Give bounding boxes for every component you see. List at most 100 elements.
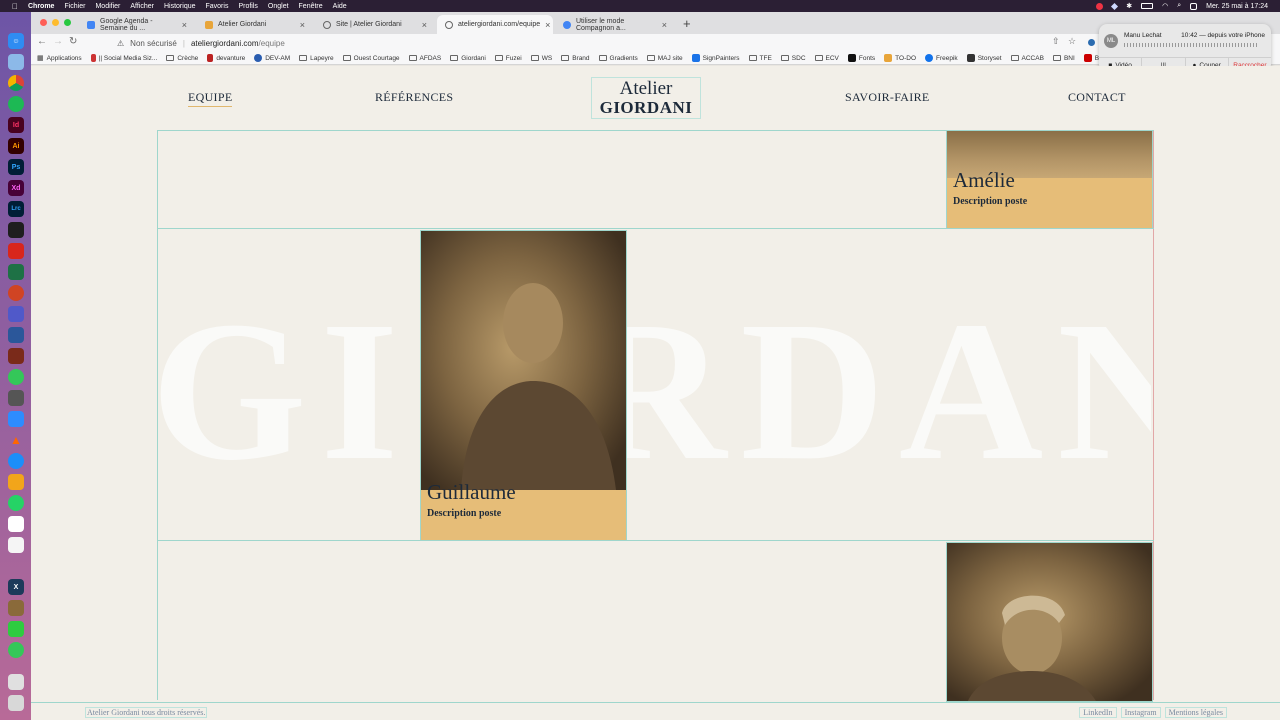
close-icon[interactable]: × (662, 20, 667, 30)
nav-contact[interactable]: CONTACT (1068, 90, 1126, 105)
menu-onglet[interactable]: Onglet (268, 3, 289, 10)
bookmark-tfe[interactable]: TFE (748, 55, 772, 62)
calculator-icon[interactable] (8, 390, 24, 406)
tab-mode-compagnon[interactable]: Utiliser le mode Compagnon a... × (555, 15, 675, 34)
reload-icon[interactable]: ↻ (69, 36, 77, 47)
minimize-window-button[interactable] (52, 19, 59, 26)
bookmark-maj-site[interactable]: MAJ site (646, 55, 683, 62)
bookmark-applications[interactable]: ▦ Applications (37, 54, 82, 63)
menu-favoris[interactable]: Favoris (206, 3, 229, 10)
site-logo[interactable]: Atelier GIORDANI (591, 77, 701, 119)
footer-link-linkedin[interactable]: LinkedIn (1079, 707, 1117, 718)
bookmark-creche[interactable]: Crèche (166, 55, 198, 62)
whatsapp-icon[interactable] (8, 495, 24, 511)
call-notification[interactable]: ML Manu Lechat 10:42 — depuis votre iPho… (1099, 24, 1271, 73)
new-tab-button[interactable]: + (683, 16, 691, 31)
bookmark-ecv[interactable]: ECV (814, 55, 839, 62)
teams-icon[interactable] (8, 306, 24, 322)
preview-icon[interactable] (8, 54, 24, 70)
facetime-icon[interactable] (8, 621, 24, 637)
wifi-icon[interactable]: ◠ (1162, 2, 1168, 10)
bookmark-ouest-courtage[interactable]: Ouest Courtage (342, 55, 400, 62)
bookmark-storyset[interactable]: Storyset (966, 54, 1002, 62)
bookmark-fonts[interactable]: Fonts (847, 54, 875, 62)
address-bar[interactable]: ⚠ Non sécurisé | ateliergiordani.com /eq… (117, 36, 1097, 50)
menu-app-name[interactable]: Chrome (28, 3, 54, 10)
bluetooth-icon[interactable]: ✱ (1126, 2, 1132, 10)
downloads-icon[interactable] (8, 674, 24, 690)
team-card-third[interactable] (946, 542, 1153, 702)
excel-icon[interactable] (8, 264, 24, 280)
bookmark-accab[interactable]: ACCAB (1010, 55, 1044, 62)
extension-icon[interactable] (1088, 39, 1095, 46)
photoshop-icon[interactable]: Ps (8, 159, 24, 175)
dropbox-icon[interactable] (1111, 2, 1119, 10)
bookmark-lapeyre[interactable]: Lapeyre (299, 55, 334, 62)
close-icon[interactable]: × (545, 20, 550, 30)
bookmark-sdc[interactable]: SDC (780, 55, 806, 62)
team-card-amelie[interactable]: Amélie Description poste (946, 130, 1153, 229)
bookmark-dev-am[interactable]: DEV-AM (254, 54, 290, 62)
menu-fenetre[interactable]: Fenêtre (299, 3, 323, 10)
chrome-icon[interactable] (8, 75, 24, 91)
footer-link-mentions[interactable]: Mentions légales (1164, 707, 1227, 718)
spotlight-icon[interactable]: ⌕ (1177, 2, 1181, 10)
creative-cloud-icon[interactable] (1096, 2, 1104, 10)
illustrator-icon[interactable]: Ai (8, 138, 24, 154)
team-card-guillaume[interactable]: Guillaume Description poste (420, 230, 627, 541)
powerpoint-icon[interactable] (8, 285, 24, 301)
archive-icon[interactable] (8, 600, 24, 616)
share-icon[interactable]: ⇧ (1052, 36, 1060, 47)
bookmark-brand[interactable]: Brand (561, 55, 590, 62)
maximize-window-button[interactable] (64, 19, 71, 26)
bookmark-to-do[interactable]: TO-DO (884, 54, 916, 62)
lightroom-icon[interactable]: Lrc (8, 201, 24, 217)
vlc-icon[interactable]: ▲ (8, 432, 24, 448)
apple-icon[interactable]:  (12, 2, 18, 11)
trash-icon[interactable] (8, 695, 24, 711)
bookmark-afdas[interactable]: AFDAS (408, 55, 441, 62)
menu-aide[interactable]: Aide (333, 3, 347, 10)
photo-booth-icon[interactable] (8, 348, 24, 364)
tab-google-agenda[interactable]: Google Agenda - Semaine du ... × (79, 15, 195, 34)
close-icon[interactable]: × (182, 20, 187, 30)
indesign-icon[interactable]: Id (8, 117, 24, 133)
menu-clock[interactable]: Mer. 25 mai à 17:24 (1206, 3, 1268, 10)
nav-references[interactable]: RÉFÉRENCES (375, 90, 453, 105)
xd-icon[interactable]: Xd (8, 180, 24, 196)
acrobat-icon[interactable] (8, 243, 24, 259)
forward-icon[interactable]: → (53, 36, 63, 47)
menu-historique[interactable]: Historique (164, 3, 196, 10)
close-icon[interactable]: × (422, 20, 427, 30)
tab-equipe[interactable]: ateliergiordani.com/equipe × (437, 15, 553, 34)
bookmark-ws[interactable]: WS (530, 55, 552, 62)
nav-equipe[interactable]: EQUIPE (188, 90, 233, 107)
close-icon[interactable]: × (300, 20, 305, 30)
close-window-button[interactable] (40, 19, 47, 26)
tab-atelier-giordani[interactable]: Atelier Giordani × (197, 15, 313, 34)
bookmark-gradients[interactable]: Gradients (598, 55, 638, 62)
bookmark-signpainters[interactable]: SignPainters (691, 54, 740, 62)
menu-modifier[interactable]: Modifier (95, 3, 120, 10)
word-icon[interactable] (8, 327, 24, 343)
back-icon[interactable]: ← (37, 36, 47, 47)
textedit-icon[interactable] (8, 537, 24, 553)
bookmark-devanture[interactable]: devanture (207, 54, 245, 62)
nav-savoir-faire[interactable]: SAVOIR-FAIRE (845, 90, 930, 105)
menu-profils[interactable]: Profils (238, 3, 257, 10)
keka-icon[interactable] (8, 474, 24, 490)
finder-icon[interactable]: ☺ (8, 33, 24, 49)
bookmark-social-media-sizes[interactable]: || Social Media Siz... (90, 54, 157, 62)
messages2-icon[interactable] (8, 642, 24, 658)
bookmark-giordani[interactable]: Giordani (450, 55, 486, 62)
menu-afficher[interactable]: Afficher (130, 3, 154, 10)
tab-site-atelier-giordani[interactable]: Site | Atelier Giordani × (315, 15, 435, 34)
footer-link-instagram[interactable]: Instagram (1120, 707, 1161, 718)
bookmark-fuzei[interactable]: Fuzei (494, 55, 522, 62)
bookmark-freepik[interactable]: Freepik (925, 54, 958, 62)
xquartz-icon[interactable]: X (8, 579, 24, 595)
slack-icon[interactable] (8, 516, 24, 532)
zoom-icon[interactable] (8, 411, 24, 427)
control-center-icon[interactable] (1190, 2, 1198, 10)
menu-fichier[interactable]: Fichier (64, 3, 85, 10)
